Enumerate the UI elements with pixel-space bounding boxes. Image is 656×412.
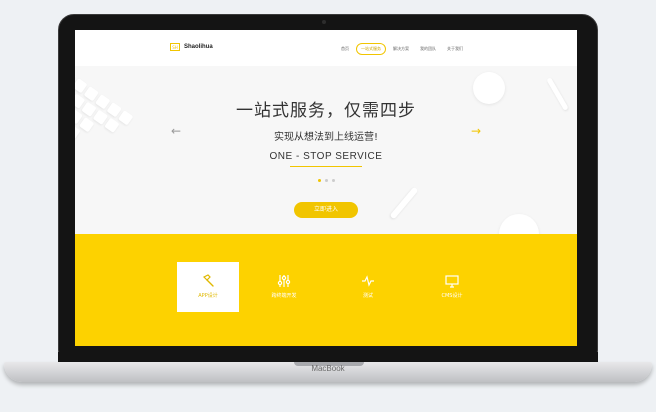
service-cross-platform[interactable]: 跨终端开发 [253, 262, 315, 312]
carousel-dot[interactable] [332, 179, 335, 182]
macbook-label: MacBook [311, 364, 345, 373]
logo-mark-icon: SH [170, 43, 180, 51]
menu-item-solutions[interactable]: 解决方案 [389, 44, 413, 54]
main-menu: 首页 一站式服务 解决方案 我的团队 关于我们 [337, 43, 470, 55]
camera [322, 20, 326, 24]
enter-button[interactable]: 立即进入 [294, 202, 358, 218]
service-app-design[interactable]: APP设计 [177, 262, 239, 312]
logo[interactable]: SH Shaolihua [170, 43, 213, 51]
hero-title: 一站式服务，仅需四步 [236, 101, 416, 121]
screen: SH Shaolihua 首页 一站式服务 解决方案 我的团队 关于我们 ← →… [75, 30, 577, 346]
navbar: SH Shaolihua 首页 一站式服务 解决方案 我的团队 关于我们 [75, 30, 577, 66]
service-label: 跨终端开发 [271, 293, 297, 299]
hero-banner: ← → 一站式服务，仅需四步 实现从想法到上线运营! ONE - STOP SE… [75, 66, 577, 234]
service-label: CMS设计 [441, 293, 463, 299]
pen-decoration [389, 186, 419, 220]
sliders-icon [277, 275, 291, 287]
hero-subtitle: 实现从想法到上线运营! [273, 132, 378, 143]
carousel-dot[interactable] [325, 179, 328, 182]
carousel-dots [318, 179, 335, 182]
saucer-decoration [499, 214, 539, 234]
pulse-icon [362, 275, 374, 287]
service-label: 测试 [362, 293, 373, 299]
services-band: APP设计 跨终端开发 测试 CMS设计 [75, 234, 577, 346]
service-testing[interactable]: 测试 [337, 262, 399, 312]
menu-item-about[interactable]: 关于我们 [443, 44, 467, 54]
logo-text: Shaolihua [184, 44, 213, 50]
menu-item-home[interactable]: 首页 [337, 44, 353, 54]
monitor-icon [445, 275, 459, 288]
title-underline [290, 166, 362, 167]
hammer-icon [202, 274, 214, 287]
service-cms-design[interactable]: CMS设计 [421, 262, 483, 312]
menu-item-one-stop-service[interactable]: 一站式服务 [356, 43, 386, 55]
service-label: APP设计 [198, 293, 218, 299]
hero-english-title: ONE - STOP SERVICE [269, 151, 383, 162]
carousel-dot[interactable] [318, 179, 321, 182]
menu-item-team[interactable]: 我的团队 [416, 44, 440, 54]
